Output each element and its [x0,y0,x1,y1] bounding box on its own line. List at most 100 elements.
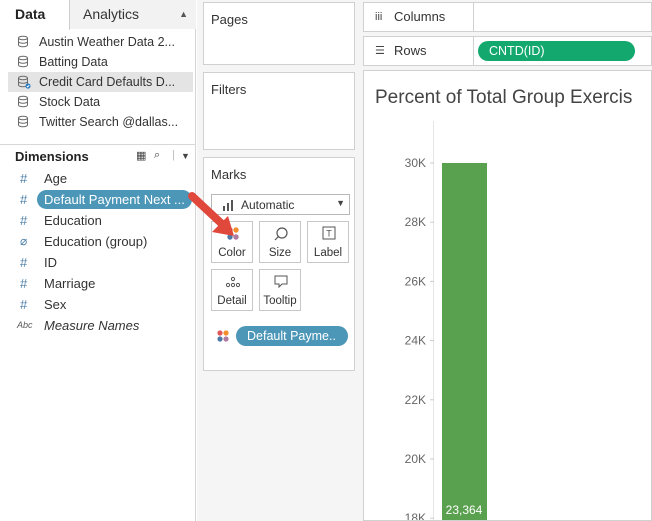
field-label: Measure Names [44,318,140,333]
number-icon: # [20,171,28,186]
dimension-field-list: # Age # Default Payment Next ... # Education ⌀… [0,168,196,336]
datasource-item[interactable]: Twitter Search @dallas... [0,112,196,132]
rows-field-pill[interactable]: CNTD(ID) [478,41,635,61]
bar-mark[interactable] [442,163,487,521]
marks-card: Marks Automatic ▼ Color Size T Label Det… [203,157,355,371]
datasource-item[interactable]: Batting Data [0,52,196,72]
field-label: ID [44,255,57,270]
columns-icon: iii [375,11,383,23]
datasource-label: Credit Card Defaults D... [39,75,176,89]
detail-icon [225,276,241,288]
datasource-item[interactable]: Stock Data [0,92,196,112]
dimension-field[interactable]: # Marriage [0,273,196,294]
label-button[interactable]: T Label [307,221,349,263]
detail-button[interactable]: Detail [211,269,253,311]
abc-string-icon: Abc [17,320,33,330]
bar-data-label: 23,364 [446,503,483,517]
datasource-label: Twitter Search @dallas... [39,115,179,129]
color-encoding-row: Default Payme.. [211,325,351,347]
svg-text:T: T [326,229,332,239]
tooltip-button-label: Tooltip [263,295,297,307]
rows-shelf-label: Rows [394,43,427,58]
tab-data[interactable]: Data [0,0,70,30]
y-tick-label: 20K [405,452,426,466]
datasource-label: Austin Weather Data 2... [39,35,175,49]
dimension-field[interactable]: # Default Payment Next ... [0,189,196,210]
field-label: Education (group) [44,234,148,249]
data-pane: Data Analytics ▲ Austin Weather Data 2..… [0,0,196,521]
datasource-item[interactable]: Austin Weather Data 2... [0,32,196,52]
separator-icon: | [172,149,175,161]
database-icon [18,95,28,108]
color-button[interactable]: Color [211,221,253,263]
number-icon: # [20,276,28,291]
dimension-field[interactable]: # ID [0,252,196,273]
tab-toggle-icon[interactable]: ▲ [179,0,188,29]
grid-view-icon[interactable]: ▦ [136,149,146,162]
rows-shelf[interactable]: ☰ Rows CNTD(ID) [363,36,652,66]
tab-analytics-label: Analytics [83,6,140,22]
number-icon: # [20,213,28,228]
color-palette-icon [217,330,229,342]
chart-canvas: 30K 28K 26K 24K 22K 20K 18K 23,364 [405,156,487,521]
dimension-field[interactable]: # Sex [0,294,196,315]
datasource-label: Stock Data [39,95,101,109]
rows-icon: ☰ [375,45,385,57]
chevron-down-icon: ▼ [336,198,345,208]
color-palette-icon [227,227,239,240]
mark-type-dropdown[interactable]: Automatic ▼ [211,194,350,215]
columns-shelf-label-box: iii Columns [368,3,474,31]
database-icon [18,115,28,128]
columns-shelf-label: Columns [394,9,446,24]
y-tick-label: 22K [405,393,426,407]
label-button-label: Label [313,247,343,259]
dimension-field[interactable]: # Education [0,210,196,231]
field-pill: Default Payment Next ... [37,190,192,209]
size-button[interactable]: Size [259,221,301,263]
y-tick-label: 30K [405,156,426,170]
color-button-label: Color [218,247,246,259]
pages-card[interactable]: Pages [203,2,355,65]
columns-shelf[interactable]: iii Columns [363,2,652,32]
color-field-pill[interactable]: Default Payme.. [236,326,348,346]
paperclip-icon: ⌀ [20,234,28,248]
tooltip-button[interactable]: Tooltip [259,269,301,311]
tab-analytics[interactable]: Analytics ▲ [70,0,196,29]
y-tick-label: 24K [405,334,426,348]
cards-pane: Pages Filters Marks Automatic ▼ Color Si… [197,0,360,521]
dimension-field[interactable]: ⌀ Education (group) [0,231,196,252]
detail-button-label: Detail [217,295,247,307]
database-icon [18,75,31,89]
bar-chart-icon [223,200,233,211]
worksheet-pane: iii Columns ☰ Rows CNTD(ID) Percent of T… [360,0,652,521]
pages-title: Pages [211,12,248,27]
field-label: Age [44,171,68,186]
database-icon [18,35,28,48]
database-icon [18,55,28,68]
field-label: Education [44,213,102,228]
size-button-label: Size [268,247,292,259]
number-icon: # [20,192,28,207]
number-icon: # [20,255,28,270]
number-icon: # [20,297,28,312]
search-icon[interactable]: ⌕ [154,149,160,162]
dimensions-title: Dimensions [15,149,89,164]
field-label: Sex [44,297,67,312]
size-icon [274,227,288,241]
chevron-down-icon[interactable]: ▼ [181,151,190,161]
filters-card[interactable]: Filters [203,72,355,150]
mark-type-value: Automatic [241,198,295,212]
text-label-icon: T [322,226,336,240]
marks-title: Marks [211,167,247,182]
datasource-item[interactable]: Credit Card Defaults D... [8,72,193,92]
rows-shelf-label-box: ☰ Rows [368,37,474,65]
dimensions-header: Dimensions ▦ ⌕ | ▼ [0,144,196,166]
y-tick-label: 28K [405,215,426,229]
tooltip-icon [274,275,288,289]
filters-title: Filters [211,82,247,97]
datasource-label: Batting Data [39,55,108,69]
chart-view[interactable]: Percent of Total Group Exercis 30K 28K 26K… [363,70,652,521]
dimension-field[interactable]: Abc Measure Names [0,315,196,336]
dimension-field[interactable]: # Age [0,168,196,189]
field-label: Marriage [44,276,96,291]
